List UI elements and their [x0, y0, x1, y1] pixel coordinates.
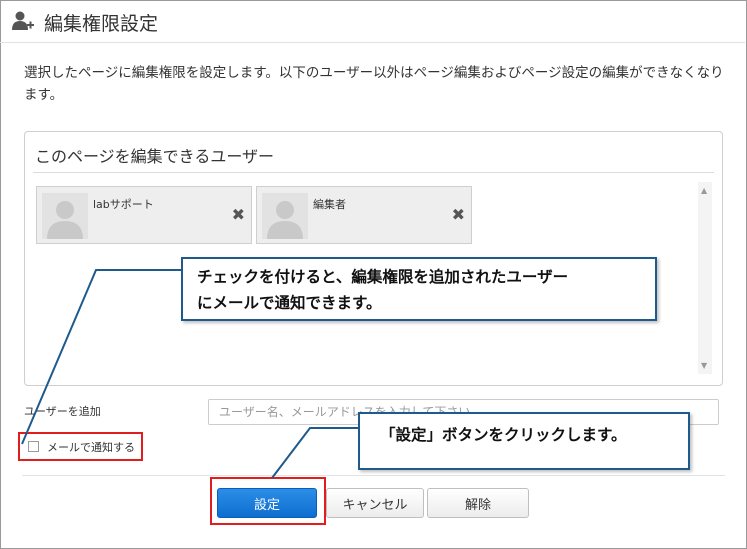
panel-divider — [33, 172, 714, 173]
close-icon[interactable]: ✖ — [232, 205, 245, 224]
notify-label[interactable]: メールで通知する — [47, 439, 135, 455]
user-name: 編集者 — [313, 198, 346, 211]
dialog-title-bar: 編集権限設定 — [0, 0, 745, 43]
user-silhouette-icon — [42, 193, 88, 239]
set-callout: 「設定」ボタンをクリックします。 — [358, 412, 690, 470]
release-button[interactable]: 解除 — [427, 488, 529, 518]
dialog-title: 編集権限設定 — [44, 13, 159, 35]
add-user-label: ユーザーを追加 — [24, 405, 101, 418]
set-button[interactable]: 設定 — [217, 488, 317, 518]
notify-callout: チェックを付けると、編集権限を追加されたユーザー にメールで通知できます。 — [181, 257, 657, 321]
close-icon[interactable]: ✖ — [452, 205, 465, 224]
scroll-up-arrow-icon[interactable]: ▲ — [701, 186, 707, 195]
notify-callout-line1: チェックを付けると、編集権限を追加されたユーザー — [197, 268, 569, 286]
user-card: 編集者 ✖ — [256, 186, 472, 244]
user-silhouette-icon — [262, 193, 308, 239]
user-name: labサポート — [93, 198, 154, 211]
cancel-button[interactable]: キャンセル — [326, 488, 424, 518]
user-card: labサポート ✖ — [36, 186, 252, 244]
add-user-icon — [12, 11, 34, 30]
notify-highlight: メールで通知する — [18, 432, 143, 461]
editors-panel-title: このページを編集できるユーザー — [35, 147, 275, 166]
footer-divider — [22, 475, 725, 476]
panel-scrollbar[interactable]: ▲ ▼ — [698, 182, 712, 374]
notify-callout-line2: にメールで通知できます。 — [197, 294, 382, 312]
dialog-description: 選択したページに編集権限を設定します。以下のユーザー以外はページ編集およびページ… — [24, 65, 724, 103]
scroll-down-arrow-icon[interactable]: ▼ — [701, 361, 707, 370]
notify-checkbox[interactable] — [28, 441, 39, 452]
